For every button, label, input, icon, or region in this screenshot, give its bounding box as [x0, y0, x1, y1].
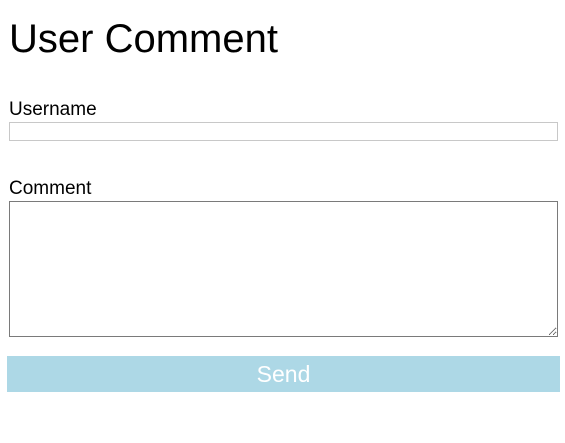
page-title: User Comment	[9, 17, 278, 61]
username-input[interactable]	[9, 122, 558, 141]
comment-textarea[interactable]	[9, 201, 558, 337]
username-label: Username	[9, 99, 97, 120]
comment-label: Comment	[9, 178, 92, 199]
send-button[interactable]: Send	[7, 356, 560, 392]
